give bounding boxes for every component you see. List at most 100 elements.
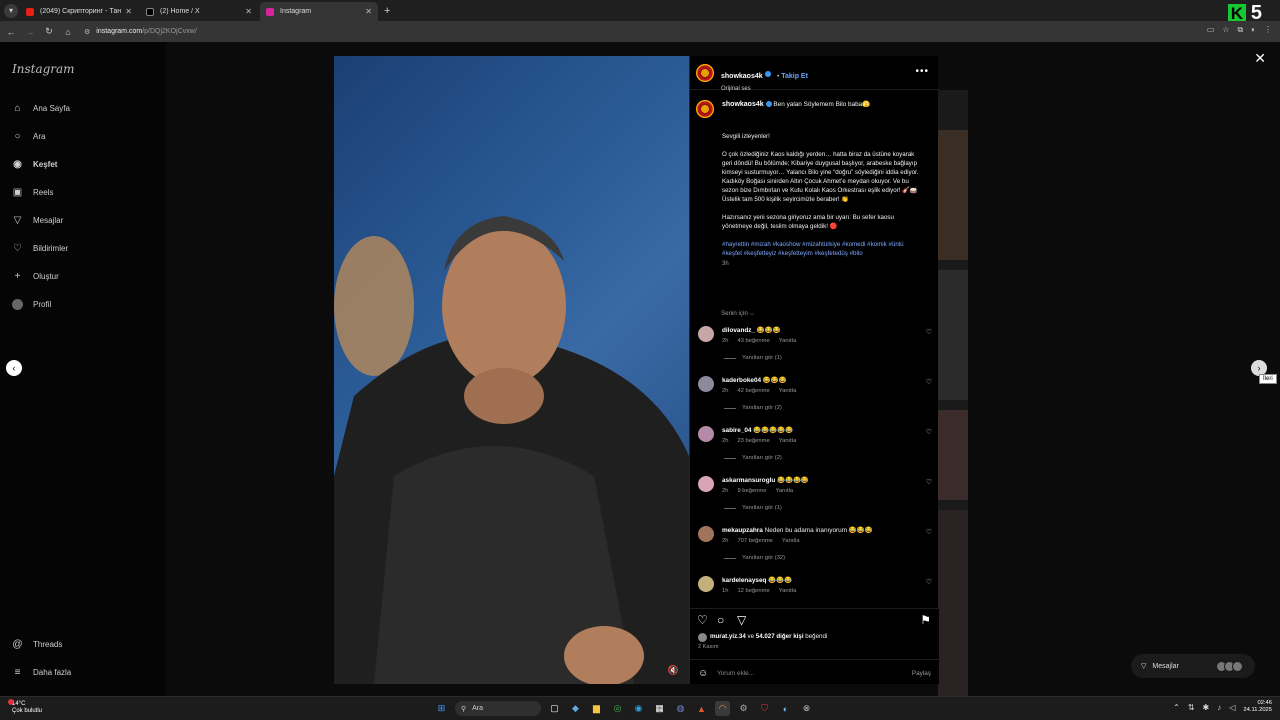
taskbar-search-input[interactable]: ⚲ Ara [455,701,541,716]
author-username[interactable]: showkaos4k [721,73,763,80]
sidebar-item-search[interactable]: ○ Ara [12,131,45,142]
close-tab-icon[interactable]: ✕ [365,7,372,16]
like-comment-heart-icon[interactable]: ♡ [926,478,932,486]
follow-button[interactable]: Takip Et [781,73,808,80]
post-comment-button[interactable]: Paylaş [912,670,931,677]
site-info-icon[interactable]: ⚙ [84,28,90,36]
settings-gear-icon[interactable]: ⚙ [736,701,751,716]
original-audio-link[interactable]: Orijinal ses [721,86,808,92]
comment-likes[interactable]: 43 beğenme [737,338,769,344]
commenter-avatar[interactable] [698,476,714,492]
like-comment-heart-icon[interactable]: ♡ [926,578,932,586]
messages-pill[interactable]: ▽ Mesajlar [1131,654,1255,678]
bluetooth-icon[interactable]: ✱ [1203,703,1210,712]
commenter-username[interactable]: mekaupzahra [722,527,763,534]
copilot-icon[interactable]: ◆ [568,701,583,716]
close-tab-icon[interactable]: ✕ [245,7,252,16]
comment-likes[interactable]: 9 beğenme [737,488,766,494]
liker-username[interactable]: murat.yiz.34 [710,633,746,640]
reply-button[interactable]: Yanıtla [775,488,793,494]
view-replies-button[interactable]: Yanıtları gör (1) [724,355,782,361]
instagram-logo[interactable]: Instagram [12,62,75,76]
previous-post-arrow-icon[interactable]: ‹ [6,360,22,376]
tab-x-home[interactable]: (2) Home / X ✕ [140,2,258,21]
caption-username[interactable]: showkaos4k [722,101,764,108]
tray-app-icon[interactable]: ⊗ [799,701,814,716]
commenter-username[interactable]: askarmansuroglu [722,477,775,484]
sidebar-item-explore[interactable]: ◉ Keşfet [12,159,57,170]
comment-likes[interactable]: 12 beğenme [737,588,769,594]
commenter-username[interactable]: dilovandz_ [722,327,755,334]
view-replies-button[interactable]: Yanıtları gör (2) [724,455,782,461]
like-comment-heart-icon[interactable]: ♡ [926,428,932,436]
back-icon[interactable]: ← [3,27,19,37]
like-comment-heart-icon[interactable]: ♡ [926,528,932,536]
microphone-icon[interactable]: ♪ [1217,703,1221,712]
comment-icon[interactable]: ○ [717,613,724,627]
reply-button[interactable]: Yanıtla [779,338,797,344]
comment-likes[interactable]: 42 beğenme [737,388,769,394]
extensions-icon[interactable]: ⧉ [1237,25,1243,35]
close-tab-icon[interactable]: ✕ [125,7,132,16]
show-hidden-icons-icon[interactable]: ⌃ [1173,703,1180,712]
sidebar-item-profile[interactable]: Profil [12,299,51,310]
url-field[interactable]: ⚙ instagram.com/p/DQj2KOjCvxw/ [84,28,197,36]
likes-others-count[interactable]: 54.027 diğer kişi [756,633,804,640]
commenter-username[interactable]: kardelenayseq [722,577,766,584]
caption-avatar[interactable] [696,100,714,118]
mute-icon[interactable]: 🔇 [668,665,679,676]
emoji-icon[interactable]: ☺ [698,668,708,679]
sidebar-item-reels[interactable]: ▣ Reels [12,187,54,198]
profile-icon[interactable]: ◐ [1251,25,1256,35]
reload-icon[interactable]: ↻ [41,26,57,37]
reply-button[interactable]: Yanıtla [779,438,797,444]
calendar-app-icon[interactable]: ▦ [652,701,667,716]
tab-youtube[interactable]: (2049) Скрипторинг - Танцуй с... ✕ [20,2,138,21]
sidebar-item-create[interactable]: + Oluştur [12,271,59,282]
commenter-avatar[interactable] [698,426,714,442]
view-replies-button[interactable]: Yanıtları gör (1) [724,505,782,511]
commenter-avatar[interactable] [698,326,714,342]
close-icon[interactable]: ✕ [1254,50,1266,67]
discord-icon[interactable]: ◍ [673,701,688,716]
sidebar-item-home[interactable]: ⌂ Ana Sayfa [12,103,69,114]
likes-summary[interactable]: murat.yiz.34 ve 54.027 diğer kişi beğend… [710,633,827,640]
view-replies-button[interactable]: Yanıtları gör (32) [724,555,785,561]
more-options-icon[interactable]: ••• [915,66,929,77]
network-icon[interactable]: ⇅ [1188,703,1195,712]
forward-icon[interactable]: → [22,27,38,37]
browser-menu-icon[interactable]: ⋮ [1264,25,1272,35]
reply-button[interactable]: Yanıtla [782,538,800,544]
commenter-avatar[interactable] [698,576,714,592]
commenter-username[interactable]: kaderboke04 [722,377,761,384]
like-comment-heart-icon[interactable]: ♡ [926,328,932,336]
new-tab-icon[interactable]: + [384,5,390,17]
comment-input[interactable]: Yorum ekle... [717,670,754,677]
tab-instagram[interactable]: Instagram ✕ [260,2,378,21]
active-app-icon[interactable]: ◠ [715,701,730,716]
post-video[interactable]: 🔇 [334,56,689,684]
steam-icon[interactable]: ◐ [778,701,793,716]
comment-likes[interactable]: 707 beğenme [737,538,772,544]
comments-filter-dropdown[interactable]: Senin için ⌵ [721,310,754,318]
weather-widget[interactable]: 14°C Çok bulutlu [8,699,42,715]
liker-avatar[interactable] [698,633,707,642]
app-icon[interactable]: ▲ [694,701,709,716]
reply-button[interactable]: Yanıtla [779,588,797,594]
file-explorer-icon[interactable]: ▆ [589,701,604,716]
sidebar-item-notifications[interactable]: ♡ Bildirimler [12,243,68,254]
speaker-icon[interactable]: ◁ [1229,703,1235,712]
edge-icon[interactable]: ◉ [631,701,646,716]
tab-search-icon[interactable]: ▾ [4,3,18,18]
like-heart-icon[interactable]: ♡ [697,613,708,627]
caption-hashtags[interactable]: #hayrettin #mizah #kaoshow #mizahtürkiye… [722,240,922,258]
sidebar-item-messages[interactable]: ▽ Mesajlar [12,215,64,226]
share-send-icon[interactable]: ▽ [737,613,746,627]
task-view-icon[interactable]: ▢ [547,701,562,716]
windows-start-icon[interactable]: ⊞ [434,701,449,716]
sidebar-item-threads[interactable]: @ Threads [12,639,62,650]
clock[interactable]: 02:46 24.11.2025 [1243,700,1272,714]
commenter-avatar[interactable] [698,376,714,392]
reply-button[interactable]: Yanıtla [779,388,797,394]
sidebar-item-more[interactable]: ≡ Daha fazla [12,667,72,678]
